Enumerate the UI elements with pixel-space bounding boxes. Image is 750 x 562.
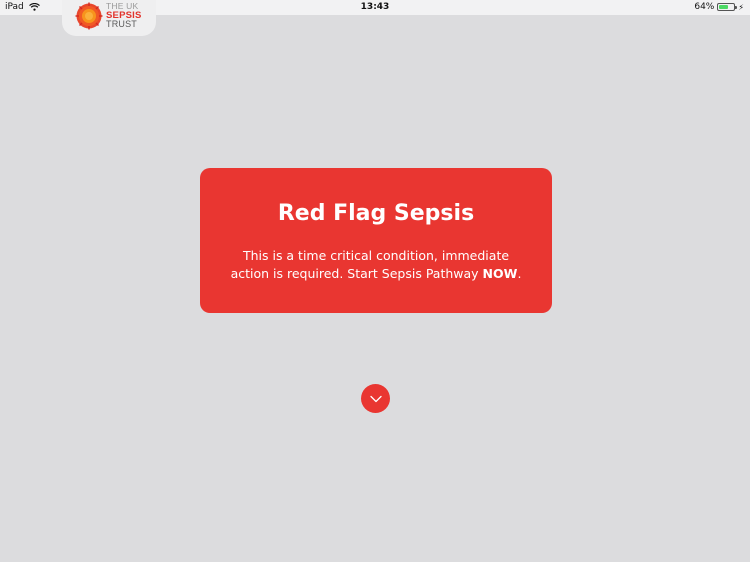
battery-level-fill	[719, 5, 729, 9]
logo-text: THE UK SEPSIS TRUST	[106, 2, 142, 29]
battery-percent: 64%	[694, 2, 715, 12]
sepsis-trust-flower-icon	[75, 2, 103, 30]
charging-bolt-icon: ⚡	[738, 2, 744, 12]
alert-message-text: This is a time critical condition, immed…	[230, 248, 510, 281]
logo-text-line3: TRUST	[106, 19, 137, 29]
status-bar-right: 64% ⚡	[694, 2, 744, 12]
alert-message-emphasis: NOW	[482, 266, 518, 281]
alert-title: Red Flag Sepsis	[277, 201, 475, 226]
alert-message-end: .	[517, 266, 522, 281]
battery-icon	[717, 3, 738, 11]
red-flag-alert-card: Red Flag Sepsis This is a time critical …	[200, 168, 552, 313]
sepsis-trust-logo[interactable]: THE UK SEPSIS TRUST	[62, 0, 156, 36]
alert-message: This is a time critical condition, immed…	[230, 247, 522, 283]
chevron-down-icon	[369, 395, 382, 402]
scroll-down-button[interactable]	[361, 384, 390, 413]
